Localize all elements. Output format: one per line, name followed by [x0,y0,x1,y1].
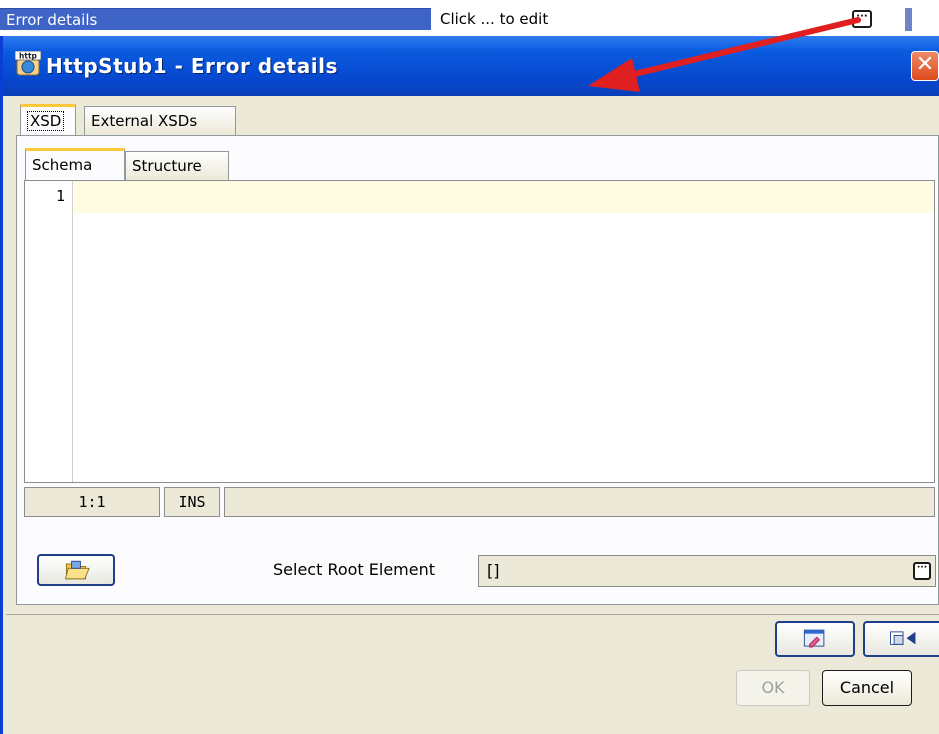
insert-mode-indicator: INS [164,487,220,517]
annotation-arrow [588,17,861,92]
dialog-title: HttpStub1 - Error details [46,54,338,78]
close-button[interactable]: ✕ [911,51,939,81]
select-root-element-label: Select Root Element [273,560,436,579]
xsd-tab-strip: XSD External XSDs [16,96,939,137]
window-edit-button[interactable] [775,621,855,657]
root-element-field[interactable]: [] ··· [478,555,936,587]
root-element-browse-button[interactable]: ··· [913,562,931,580]
schema-editor[interactable]: 1 [24,180,935,483]
xsd-tab-panel: Schema Structure 1 1:1 INS Select Root E… [16,135,939,605]
property-name-cell[interactable]: Error details [0,8,431,30]
ok-button[interactable]: OK [736,670,810,706]
line-number-gutter: 1 [25,181,73,482]
line-number: 1 [55,187,65,205]
root-element-value: [] [487,561,500,580]
app-icon-text: http [19,52,38,61]
panel-arrow-icon [890,631,916,645]
tab-external-xsds[interactable]: External XSDs [84,106,236,135]
property-row-stripe [905,8,912,31]
http-app-icon: http [15,51,41,76]
panel-arrow-button[interactable] [863,621,939,657]
editor-status-bar: 1:1 INS [24,487,935,517]
open-folder-icon [64,560,90,580]
open-file-button[interactable] [37,554,115,586]
status-message-area [224,487,935,517]
close-icon: ✕ [915,52,935,77]
cancel-button[interactable]: Cancel [822,670,912,706]
footer-separator [6,614,939,615]
tab-xsd-label: XSD [27,111,65,131]
error-details-dialog: http HttpStub1 - Error details ✕ XSD Ext… [0,36,939,734]
window-edit-icon [803,629,825,648]
tab-schema[interactable]: Schema [25,148,125,180]
current-line-highlight[interactable] [74,181,934,213]
tab-xsd[interactable]: XSD [20,104,76,135]
tab-structure[interactable]: Structure [125,151,229,180]
cursor-position: 1:1 [24,487,160,517]
